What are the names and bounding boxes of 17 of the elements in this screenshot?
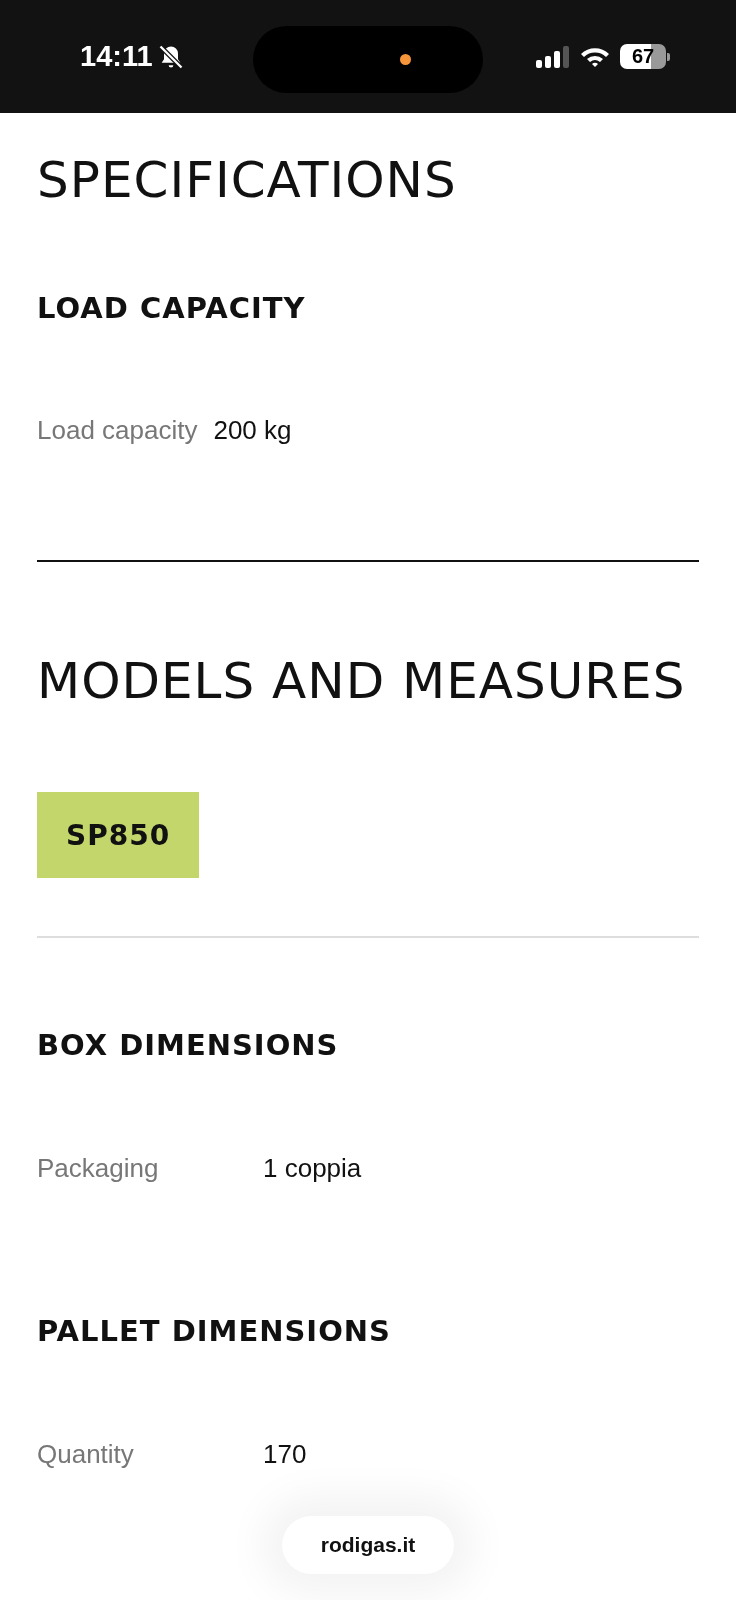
signal-icon: [536, 45, 570, 68]
spec-label: Quantity: [37, 1439, 135, 1470]
wifi-icon: [580, 45, 610, 68]
section-title: MODELS AND MEASURES: [37, 652, 687, 710]
spec-label: Packaging: [37, 1153, 160, 1184]
spec-value: 200 kg: [213, 415, 292, 446]
spec-value: 1 coppia: [263, 1153, 362, 1184]
spec-label: Load capacity: [37, 415, 198, 446]
url-pill[interactable]: rodigas.it: [282, 1516, 454, 1574]
muted-bell-icon: [156, 42, 185, 71]
status-time: 14:11: [80, 40, 153, 73]
page-title: SPECIFICATIONS: [37, 151, 458, 209]
spec-value: 170: [263, 1439, 307, 1470]
section-heading: BOX DIMENSIONS: [37, 1028, 340, 1062]
section-heading: PALLET DIMENSIONS: [37, 1314, 392, 1348]
section-heading: LOAD CAPACITY: [37, 291, 307, 325]
model-tab[interactable]: SP850: [37, 792, 200, 878]
